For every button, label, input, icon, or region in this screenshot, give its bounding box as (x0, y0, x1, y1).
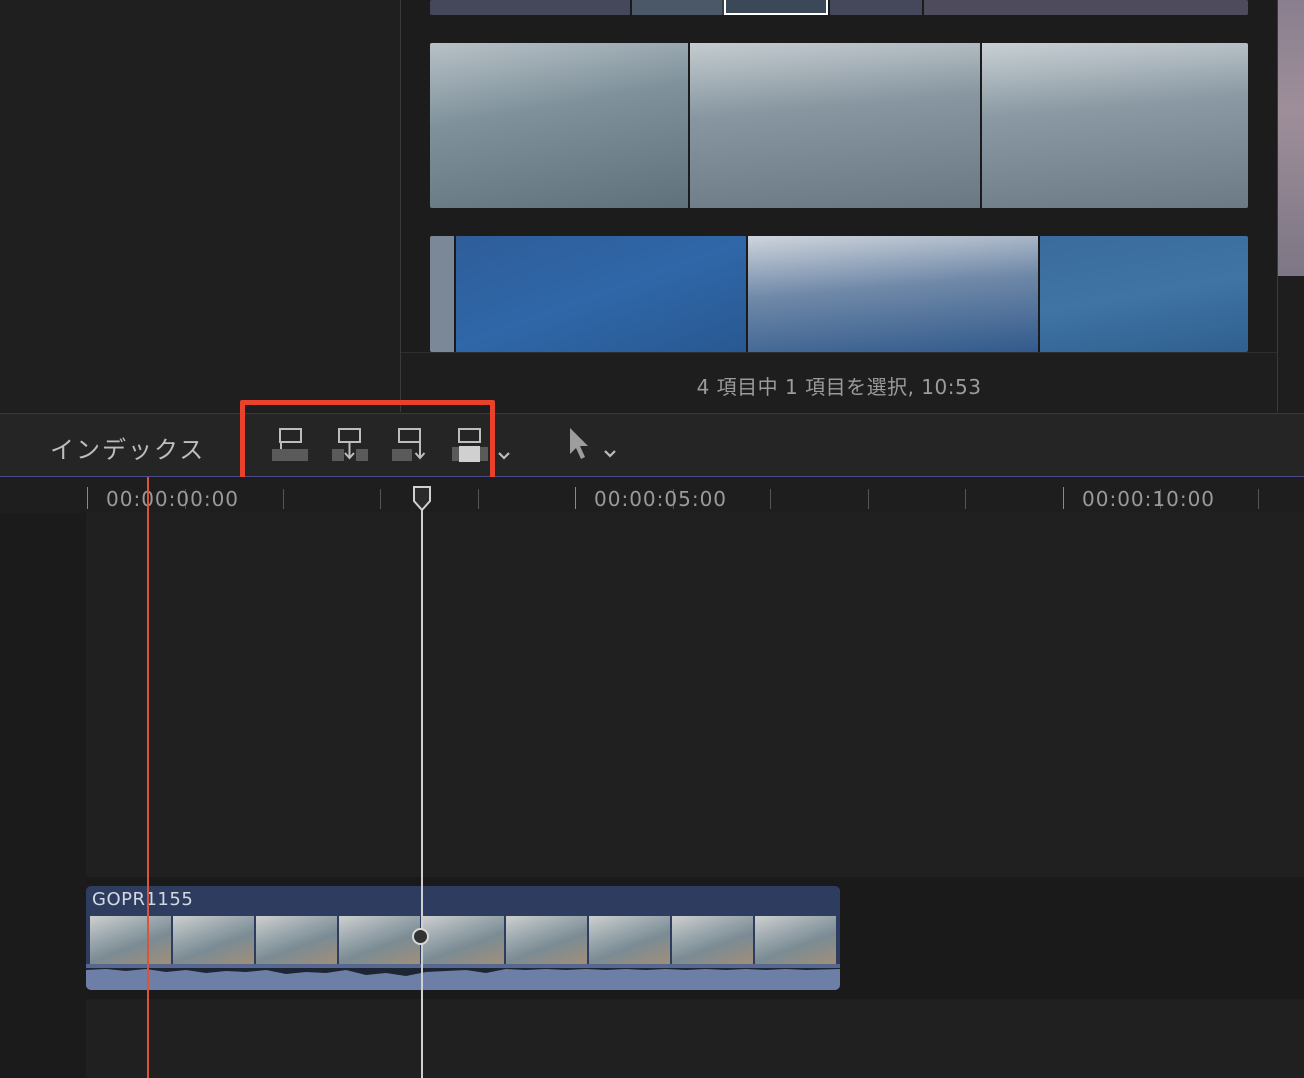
edit-buttons-highlight (240, 400, 495, 483)
playhead-handle[interactable] (413, 486, 431, 516)
clip-name: GOPR1155 (92, 889, 194, 910)
clip-filmstrip (90, 916, 836, 964)
panel-divider[interactable] (400, 0, 401, 412)
ruler-timecode: 00:00:00:00 (106, 487, 240, 511)
selected-frame[interactable] (724, 0, 828, 15)
arrow-select-icon (570, 428, 616, 459)
playhead-line[interactable] (421, 497, 423, 1078)
ruler-timecode: 00:00:05:00 (594, 487, 728, 511)
tool-selector[interactable] (562, 426, 622, 466)
inspector-panel (0, 0, 400, 412)
ruler-timecode: 00:00:10:00 (1082, 487, 1216, 511)
browser-clip-filmstrip[interactable] (430, 43, 1248, 208)
playhead-clip-marker (412, 928, 429, 945)
chevron-down-icon (498, 452, 510, 460)
edit-options-dropdown[interactable] (494, 426, 514, 466)
timeline-ruler[interactable]: 00:00:00:00 00:00:05:00 00:00:10:00 (0, 477, 1304, 513)
clip-audio-waveform (86, 964, 840, 990)
skimmer-line (147, 477, 149, 1078)
browser-status-bar: 4 項目中 1 項目を選択, 10:53 (401, 352, 1277, 413)
viewer-peek (1278, 0, 1304, 276)
selection-status: 4 項目中 1 項目を選択, 10:53 (696, 375, 982, 399)
timeline-toolbar: インデックス (0, 413, 1304, 478)
browser-clip-filmstrip[interactable] (430, 236, 1248, 352)
timeline-clip[interactable]: GOPR1155 (86, 886, 840, 990)
track-header-column (0, 513, 86, 1078)
index-button[interactable]: インデックス (50, 430, 205, 465)
browser-clip-filmstrip[interactable] (430, 0, 1248, 15)
